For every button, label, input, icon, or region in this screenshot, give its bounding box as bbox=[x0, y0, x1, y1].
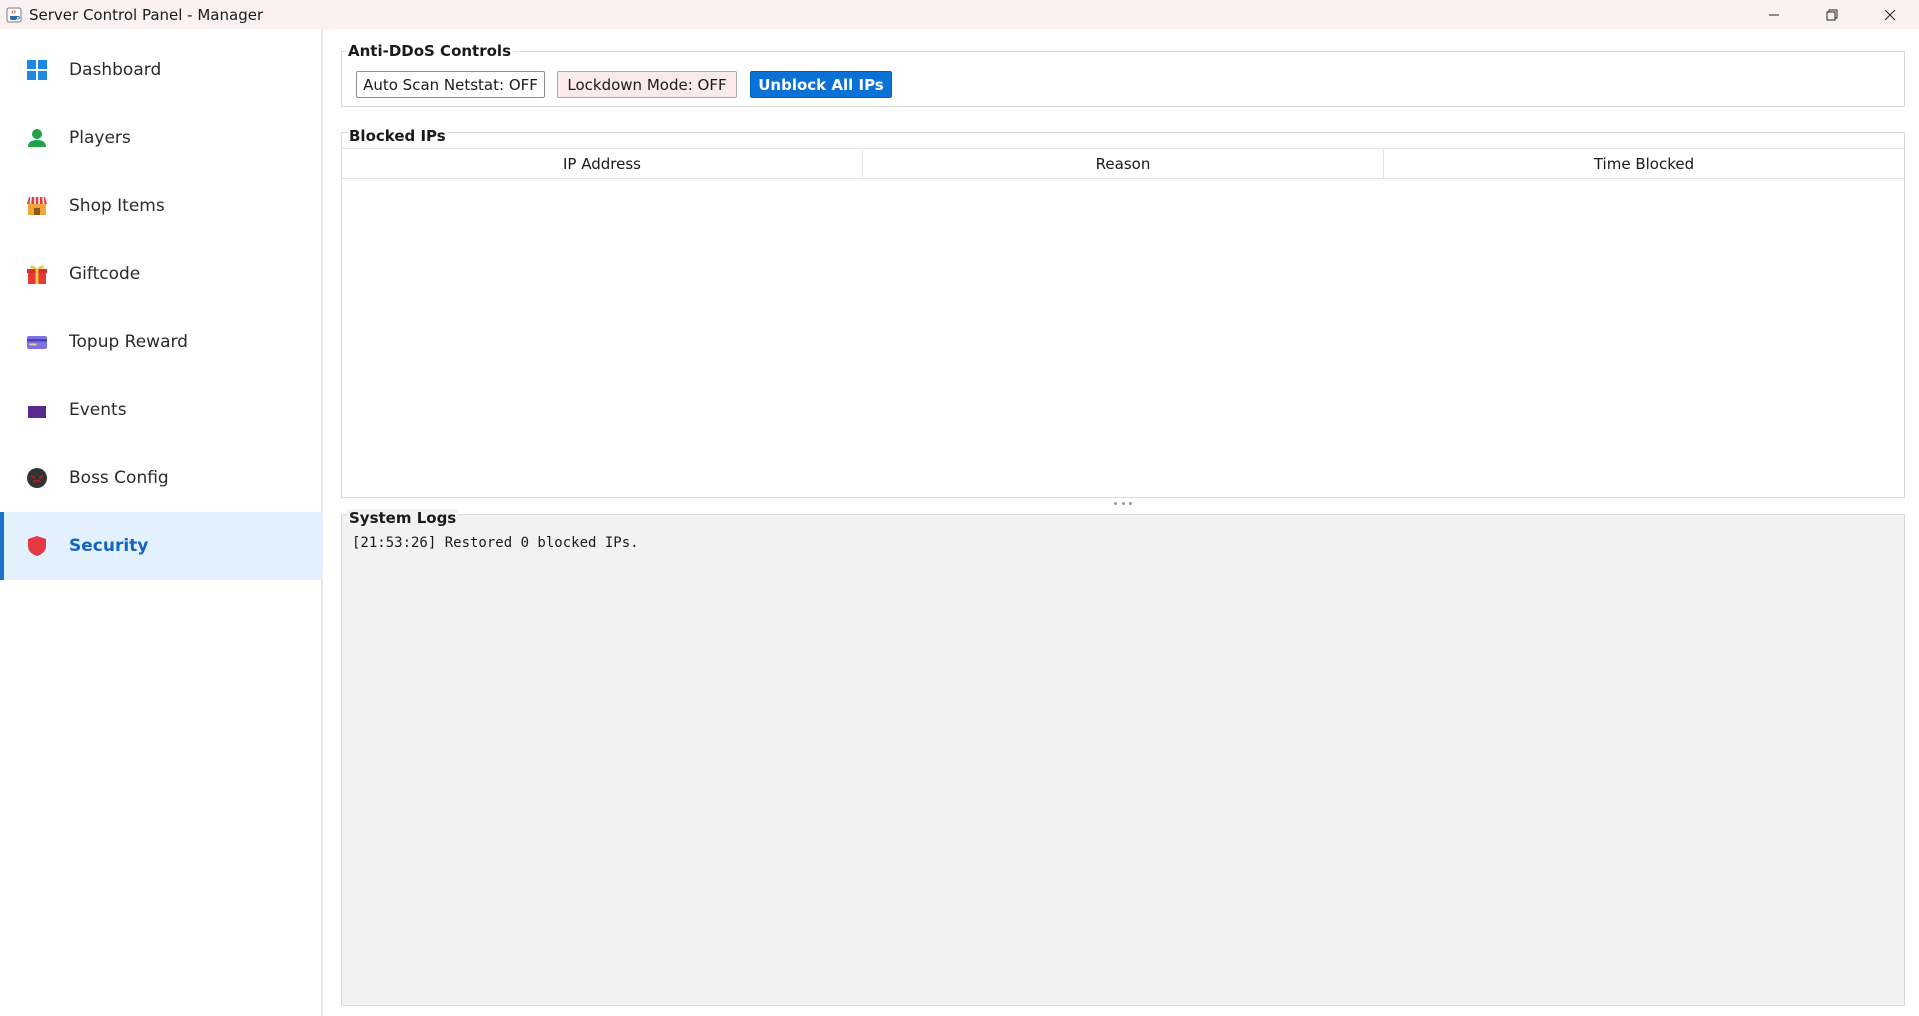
events-icon bbox=[25, 398, 49, 422]
sidebar-item-shop-items[interactable]: Shop Items bbox=[0, 172, 323, 240]
security-panel: Anti-DDoS Controls Auto Scan Netstat: OF… bbox=[325, 29, 1919, 1016]
sidebar-item-events[interactable]: Events bbox=[0, 376, 323, 444]
auto-scan-netstat-button[interactable]: Auto Scan Netstat: OFF bbox=[356, 71, 545, 98]
system-logs-title: System Logs bbox=[347, 509, 459, 527]
column-header-time-blocked[interactable]: Time Blocked bbox=[1384, 149, 1904, 178]
anti-ddos-title: Anti-DDoS Controls bbox=[346, 42, 513, 60]
title-bar: Server Control Panel - Manager bbox=[0, 0, 1919, 29]
system-logs-group: System Logs [21:53:26] Restored 0 blocke… bbox=[341, 509, 1905, 1006]
sidebar-item-label: Shop Items bbox=[69, 196, 165, 216]
card-icon bbox=[25, 330, 49, 354]
java-cup-icon bbox=[5, 6, 23, 24]
unblock-all-ips-button[interactable]: Unblock All IPs bbox=[750, 71, 892, 98]
window-title: Server Control Panel - Manager bbox=[29, 5, 264, 24]
sidebar-item-label: Topup Reward bbox=[69, 332, 188, 352]
restore-icon bbox=[1826, 9, 1838, 20]
gift-icon bbox=[25, 262, 49, 286]
shield-icon bbox=[25, 534, 49, 558]
user-icon bbox=[25, 126, 49, 150]
blocked-ips-table-body[interactable] bbox=[342, 179, 1904, 497]
log-line: [21:53:26] Restored 0 blocked IPs. bbox=[352, 535, 639, 551]
sidebar-item-label: Security bbox=[69, 536, 149, 556]
store-icon bbox=[25, 194, 49, 218]
grip-dots-icon bbox=[1114, 502, 1132, 506]
sidebar-item-label: Dashboard bbox=[69, 60, 162, 80]
boss-icon bbox=[25, 466, 49, 490]
sidebar-item-players[interactable]: Players bbox=[0, 104, 323, 172]
sidebar-item-dashboard[interactable]: Dashboard bbox=[0, 36, 323, 104]
sidebar: Dashboard Players Shop Items Giftcode To… bbox=[0, 29, 323, 1016]
split-pane-divider[interactable] bbox=[341, 497, 1905, 511]
sidebar-item-label: Boss Config bbox=[69, 468, 169, 488]
close-icon bbox=[1884, 9, 1896, 20]
sidebar-item-topup-reward[interactable]: Topup Reward bbox=[0, 308, 323, 376]
column-header-ip-address[interactable]: IP Address bbox=[342, 149, 863, 178]
blocked-ips-title: Blocked IPs bbox=[347, 127, 448, 145]
sidebar-item-label: Players bbox=[69, 128, 131, 148]
close-button[interactable] bbox=[1861, 0, 1919, 29]
minimize-button[interactable] bbox=[1745, 0, 1803, 29]
sidebar-item-label: Giftcode bbox=[69, 264, 141, 284]
blocked-ips-table-header: IP Address Reason Time Blocked bbox=[342, 148, 1904, 179]
minimize-icon bbox=[1769, 14, 1779, 15]
sidebar-item-boss-config[interactable]: Boss Config bbox=[0, 444, 323, 512]
restore-button[interactable] bbox=[1803, 0, 1861, 29]
grid-icon bbox=[25, 58, 49, 82]
window-controls bbox=[1745, 0, 1919, 29]
lockdown-mode-button[interactable]: Lockdown Mode: OFF bbox=[557, 71, 737, 98]
blocked-ips-group: Blocked IPs IP Address Reason Time Block… bbox=[341, 127, 1905, 498]
column-header-reason[interactable]: Reason bbox=[863, 149, 1384, 178]
sidebar-item-giftcode[interactable]: Giftcode bbox=[0, 240, 323, 308]
sidebar-item-label: Events bbox=[69, 400, 127, 420]
sidebar-item-security[interactable]: Security bbox=[0, 512, 323, 580]
